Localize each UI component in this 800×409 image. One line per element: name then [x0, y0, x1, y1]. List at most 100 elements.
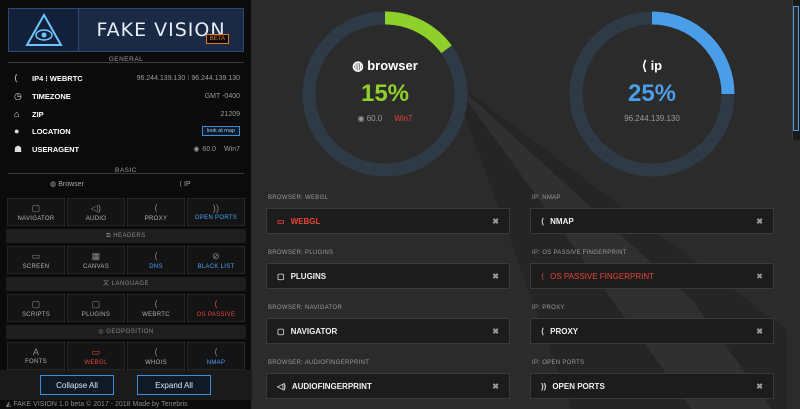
basic-title: BASIC	[114, 167, 137, 174]
cell-webrtc[interactable]: ⟨ WEBRTC	[127, 294, 185, 322]
share-icon: ⟨	[154, 250, 158, 261]
card-label-nmap: IP: NMAP	[532, 195, 561, 201]
button-bar	[0, 370, 252, 400]
cell-audio[interactable]: ◁) AUDIO	[67, 198, 125, 226]
card-label-os-passive: IP: OS PASSIVE FINGERPRINT	[532, 250, 627, 256]
look-at-map-button[interactable]: look at map	[201, 126, 240, 136]
tab-ip[interactable]: ⟨ IP	[126, 180, 244, 192]
cell-dns[interactable]: ⟨ DNS	[127, 246, 185, 274]
doc-icon: ▢	[31, 202, 41, 213]
eye-triangle-icon	[9, 9, 79, 51]
card-label-navigator: BROWSER: NAVIGATOR	[268, 305, 343, 311]
share-icon: ⟨	[214, 346, 218, 357]
share-icon: ⟨	[14, 72, 18, 83]
clock-icon: ◷	[14, 90, 22, 101]
grid-row-4: A FONTS ▭ WEBGL ⟨ WHOIS ⟨ NMAP	[6, 342, 246, 370]
chrome-icon: ◉	[193, 146, 200, 153]
card-open-ports[interactable]: )) OPEN PORTS ✖	[530, 373, 774, 399]
category-headers[interactable]: ⧉ HEADERS	[6, 229, 246, 243]
monitor-icon: ▭	[277, 216, 285, 226]
close-icon[interactable]: ✖	[756, 217, 763, 226]
share-icon: ⟨	[541, 326, 545, 336]
card-os-passive[interactable]: ⟨ OS PASSIVE FINGERPRINT ✖	[530, 263, 774, 289]
card-audiofingerprint[interactable]: ◁) AUDIOFINGERPRINT ✖	[266, 373, 510, 399]
browser-percent: 15%	[360, 80, 410, 107]
info-row-ip: ⟨ IP4 ⁝ WEBRTC 96.244.139.130 ⁝ 96.244.1…	[14, 72, 240, 83]
browser-gauge-label: ◍ browser 15% ◉ 60.0 Win7	[335, 58, 435, 123]
cell-whois[interactable]: ⟨ WHOIS	[127, 342, 185, 370]
card-webgl[interactable]: ▭ WEBGL ✖	[266, 208, 510, 234]
info-row-zip: ⌂ ZIP 21209	[14, 109, 240, 119]
globe-icon: ◍	[352, 58, 368, 73]
logo: FAKE VISION	[8, 8, 244, 52]
chrome-icon: ◉	[357, 114, 367, 123]
grid-row-3: ▢ SCRIPTS ▢ PLUGINS ⟨ WEBRTC ⟨ OS PASSIVE	[6, 294, 246, 322]
cell-navigator[interactable]: ▢ NAVIGATOR	[7, 198, 65, 226]
ban-icon: ⊘	[212, 250, 220, 261]
close-icon[interactable]: ✖	[492, 272, 499, 281]
expand-all-button[interactable]: Expand All	[137, 375, 211, 395]
close-icon[interactable]: ✖	[756, 327, 763, 336]
card-label-audiofingerprint: BROWSER: AUDIOFINGERPRINT	[268, 360, 370, 366]
collapse-all-button[interactable]: Collapse All	[40, 375, 114, 395]
category-language[interactable]: 文 LANGUAGE	[6, 277, 246, 291]
monitor-icon: ▭	[91, 346, 101, 357]
rss-icon: ))	[212, 203, 220, 213]
doc-icon: ▢	[277, 326, 285, 336]
close-icon[interactable]: ✖	[492, 327, 499, 336]
share-icon: ⟨	[154, 202, 158, 213]
close-icon[interactable]: ✖	[756, 272, 763, 281]
scrollbar-thumb[interactable]	[793, 6, 799, 131]
card-label-plugins: BROWSER: PLUGINS	[268, 250, 334, 256]
cell-nmap[interactable]: ⟨ NMAP	[187, 342, 245, 370]
cell-proxy[interactable]: ⟨ PROXY	[127, 198, 185, 226]
card-plugins[interactable]: ▢ PLUGINS ✖	[266, 263, 510, 289]
share-icon: ⟨	[214, 298, 218, 309]
info-row-location: ● LOCATION look at map	[14, 124, 240, 138]
cell-black-list[interactable]: ⊘ BLACK LIST	[187, 246, 245, 274]
category-geoposition[interactable]: ◎ GEOPOSITION	[6, 325, 246, 339]
speaker-icon: ◁)	[90, 202, 102, 213]
rss-icon: ))	[541, 381, 547, 391]
info-row-useragent: ☗ USERAGENT ◉ 60.0 Win7	[14, 143, 240, 154]
location-icon: ◎	[98, 329, 107, 335]
cell-fonts[interactable]: A FONTS	[7, 342, 65, 370]
cell-scripts[interactable]: ▢ SCRIPTS	[7, 294, 65, 322]
location-icon: ●	[14, 126, 20, 136]
card-label-open-ports: IP: OPEN PORTS	[532, 360, 585, 366]
close-icon[interactable]: ✖	[492, 382, 499, 391]
language-icon: 文	[102, 281, 112, 287]
cell-canvas[interactable]: ▦ CANVAS	[67, 246, 125, 274]
cell-webgl[interactable]: ▭ WEBGL	[67, 342, 125, 370]
ip-address: 96.244.139.130	[624, 114, 680, 123]
font-icon: A	[32, 347, 40, 357]
card-nmap[interactable]: ⟨ NMAP ✖	[530, 208, 774, 234]
share-icon: ⟨	[154, 298, 158, 309]
tab-browser[interactable]: ◍ Browser	[8, 180, 126, 192]
doc-icon: ▢	[277, 271, 285, 281]
ip-gauge-label: ⟨ ip 25% 96.244.139.130	[592, 58, 712, 123]
card-label-webgl: BROWSER: WEBGL	[268, 195, 329, 201]
main-panel: ◍ browser 15% ◉ 60.0 Win7 ⟨ ip 25% 96.244…	[252, 0, 800, 409]
share-icon: ⟨	[641, 58, 651, 73]
general-title: GENERAL	[108, 56, 144, 63]
share-icon: ⟨	[154, 346, 158, 357]
card-proxy[interactable]: ⟨ PROXY ✖	[530, 318, 774, 344]
image-icon: ▦	[91, 250, 101, 261]
speaker-icon: ◁)	[277, 381, 286, 391]
globe-icon: ◍	[50, 181, 59, 188]
cell-open-ports[interactable]: )) OPEN PORTS	[187, 198, 245, 226]
cell-screen[interactable]: ▭ SCREEN	[7, 246, 65, 274]
grid-row-1: ▢ NAVIGATOR ◁) AUDIO ⟨ PROXY )) OPEN PORTS	[6, 198, 246, 226]
cell-os-passive[interactable]: ⟨ OS PASSIVE	[187, 294, 245, 322]
home-icon: ⌂	[14, 109, 20, 119]
close-icon[interactable]: ✖	[756, 382, 763, 391]
doc-icon: ▢	[91, 298, 101, 309]
monitor-icon: ▭	[31, 250, 41, 261]
sidebar: FAKE VISION BETA GENERAL ⟨ IP4 ⁝ WEBRTC …	[0, 0, 252, 409]
beta-badge: BETA	[205, 34, 229, 44]
close-icon[interactable]: ✖	[492, 217, 499, 226]
card-navigator[interactable]: ▢ NAVIGATOR ✖	[266, 318, 510, 344]
info-row-timezone: ◷ TIMEZONE GMT -0400	[14, 90, 240, 101]
cell-plugins[interactable]: ▢ PLUGINS	[67, 294, 125, 322]
